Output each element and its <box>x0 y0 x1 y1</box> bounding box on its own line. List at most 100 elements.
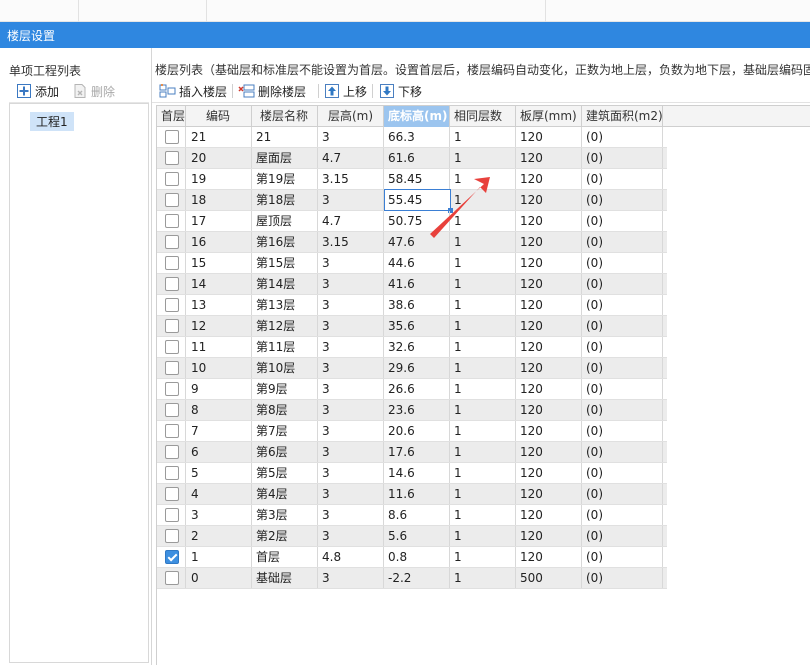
cell-code[interactable]: 8 <box>186 400 252 420</box>
first-floor-checkbox[interactable] <box>165 130 179 144</box>
cell-code[interactable]: 15 <box>186 253 252 273</box>
cell-code[interactable]: 18 <box>186 190 252 210</box>
cell-floor-area[interactable]: (0) <box>582 148 663 168</box>
cell-floor-area[interactable]: (0) <box>582 169 663 189</box>
cell-same-floors[interactable]: 1 <box>450 358 516 378</box>
project-item[interactable]: 工程1 <box>30 112 74 131</box>
cell-slab-thickness[interactable]: 120 <box>516 274 582 294</box>
cell-code[interactable]: 13 <box>186 295 252 315</box>
delete-project-button[interactable]: 删除 <box>72 82 115 100</box>
cell-floor-name[interactable]: 第13层 <box>252 295 318 315</box>
table-row[interactable]: 2 第2层 3 5.6 1 120 (0) <box>157 526 667 547</box>
cell-floor-height[interactable]: 3.15 <box>318 169 384 189</box>
cell-floor-area[interactable]: (0) <box>582 316 663 336</box>
table-row[interactable]: 9 第9层 3 26.6 1 120 (0) <box>157 379 667 400</box>
cell-floor-height[interactable]: 3 <box>318 337 384 357</box>
column-header-same-floors[interactable]: 相同层数 <box>450 106 516 127</box>
cell-slab-thickness[interactable]: 120 <box>516 316 582 336</box>
cell-floor-name[interactable]: 第10层 <box>252 358 318 378</box>
first-floor-checkbox[interactable] <box>165 529 179 543</box>
cell-base-elevation[interactable]: 26.6 <box>384 379 450 399</box>
cell-floor-area[interactable]: (0) <box>582 358 663 378</box>
cell-slab-thickness[interactable]: 120 <box>516 526 582 546</box>
first-floor-checkbox[interactable] <box>165 298 179 312</box>
cell-floor-height[interactable]: 3 <box>318 358 384 378</box>
cell-code[interactable]: 5 <box>186 463 252 483</box>
cell-floor-height[interactable]: 4.7 <box>318 148 384 168</box>
cell-floor-name[interactable]: 第14层 <box>252 274 318 294</box>
cell-base-elevation[interactable]: 17.6 <box>384 442 450 462</box>
cell-floor-area[interactable]: (0) <box>582 547 663 567</box>
cell-base-elevation[interactable]: 11.6 <box>384 484 450 504</box>
cell-code[interactable]: 17 <box>186 211 252 231</box>
cell-slab-thickness[interactable]: 120 <box>516 379 582 399</box>
table-row[interactable]: 21 21 3 66.3 1 120 (0) <box>157 127 667 148</box>
column-header-floor-area[interactable]: 建筑面积(m2) <box>582 106 663 127</box>
table-row[interactable]: 13 第13层 3 38.6 1 120 (0) <box>157 295 667 316</box>
cell-floor-name[interactable]: 第18层 <box>252 190 318 210</box>
first-floor-checkbox[interactable] <box>165 256 179 270</box>
table-row[interactable]: 16 第16层 3.15 47.6 1 120 (0) <box>157 232 667 253</box>
table-row[interactable]: 4 第4层 3 11.6 1 120 (0) <box>157 484 667 505</box>
cell-slab-thickness[interactable]: 120 <box>516 337 582 357</box>
cell-slab-thickness[interactable]: 500 <box>516 568 582 588</box>
table-row[interactable]: 15 第15层 3 44.6 1 120 (0) <box>157 253 667 274</box>
cell-floor-area[interactable]: (0) <box>582 526 663 546</box>
cell-code[interactable]: 10 <box>186 358 252 378</box>
cell-base-elevation[interactable]: 14.6 <box>384 463 450 483</box>
cell-floor-name[interactable]: 屋面层 <box>252 148 318 168</box>
cell-floor-name[interactable]: 第8层 <box>252 400 318 420</box>
cell-base-elevation[interactable]: 44.6 <box>384 253 450 273</box>
cell-same-floors[interactable]: 1 <box>450 253 516 273</box>
table-row[interactable]: 17 屋顶层 4.7 50.75 1 120 (0) <box>157 211 667 232</box>
cell-floor-height[interactable]: 3 <box>318 568 384 588</box>
cell-floor-name[interactable]: 第16层 <box>252 232 318 252</box>
cell-floor-area[interactable]: (0) <box>582 337 663 357</box>
cell-same-floors[interactable]: 1 <box>450 442 516 462</box>
cell-slab-thickness[interactable]: 120 <box>516 358 582 378</box>
cell-same-floors[interactable]: 1 <box>450 190 516 210</box>
cell-floor-area[interactable]: (0) <box>582 211 663 231</box>
cell-base-elevation[interactable]: 61.6 <box>384 148 450 168</box>
cell-slab-thickness[interactable]: 120 <box>516 211 582 231</box>
cell-floor-area[interactable]: (0) <box>582 400 663 420</box>
cell-same-floors[interactable]: 1 <box>450 505 516 525</box>
cell-floor-name[interactable]: 第5层 <box>252 463 318 483</box>
delete-floor-button[interactable]: 删除楼层 <box>238 82 306 100</box>
table-row[interactable]: 1 首层 4.8 0.8 1 120 (0) <box>157 547 667 568</box>
first-floor-checkbox[interactable] <box>165 550 179 564</box>
cell-slab-thickness[interactable]: 120 <box>516 421 582 441</box>
cell-slab-thickness[interactable]: 120 <box>516 400 582 420</box>
cell-floor-area[interactable]: (0) <box>582 379 663 399</box>
cell-same-floors[interactable]: 1 <box>450 169 516 189</box>
cell-floor-area[interactable]: (0) <box>582 484 663 504</box>
cell-floor-height[interactable]: 3 <box>318 253 384 273</box>
cell-floor-height[interactable]: 3 <box>318 505 384 525</box>
cell-code[interactable]: 6 <box>186 442 252 462</box>
first-floor-checkbox[interactable] <box>165 319 179 333</box>
cell-same-floors[interactable]: 1 <box>450 295 516 315</box>
cell-code[interactable]: 21 <box>186 127 252 147</box>
table-row[interactable]: 14 第14层 3 41.6 1 120 (0) <box>157 274 667 295</box>
cell-base-elevation[interactable]: 58.45 <box>384 169 450 189</box>
cell-floor-height[interactable]: 3 <box>318 421 384 441</box>
cell-base-elevation[interactable]: 47.6 <box>384 232 450 252</box>
cell-slab-thickness[interactable]: 120 <box>516 190 582 210</box>
cell-floor-height[interactable]: 3 <box>318 400 384 420</box>
selected-cell-value[interactable]: 55.45 <box>384 190 450 210</box>
cell-same-floors[interactable]: 1 <box>450 274 516 294</box>
first-floor-checkbox[interactable] <box>165 403 179 417</box>
cell-floor-area[interactable]: (0) <box>582 190 663 210</box>
cell-floor-area[interactable]: (0) <box>582 127 663 147</box>
table-row[interactable]: 20 屋面层 4.7 61.6 1 120 (0) <box>157 148 667 169</box>
cell-floor-height[interactable]: 3 <box>318 127 384 147</box>
cell-base-elevation[interactable]: 0.8 <box>384 547 450 567</box>
cell-floor-name[interactable]: 第9层 <box>252 379 318 399</box>
cell-floor-name[interactable]: 第11层 <box>252 337 318 357</box>
first-floor-checkbox[interactable] <box>165 214 179 228</box>
table-row[interactable]: 19 第19层 3.15 58.45 1 120 (0) <box>157 169 667 190</box>
cell-base-elevation[interactable]: 66.3 <box>384 127 450 147</box>
cell-base-elevation[interactable]: 29.6 <box>384 358 450 378</box>
cell-slab-thickness[interactable]: 120 <box>516 169 582 189</box>
cell-floor-name[interactable]: 第2层 <box>252 526 318 546</box>
